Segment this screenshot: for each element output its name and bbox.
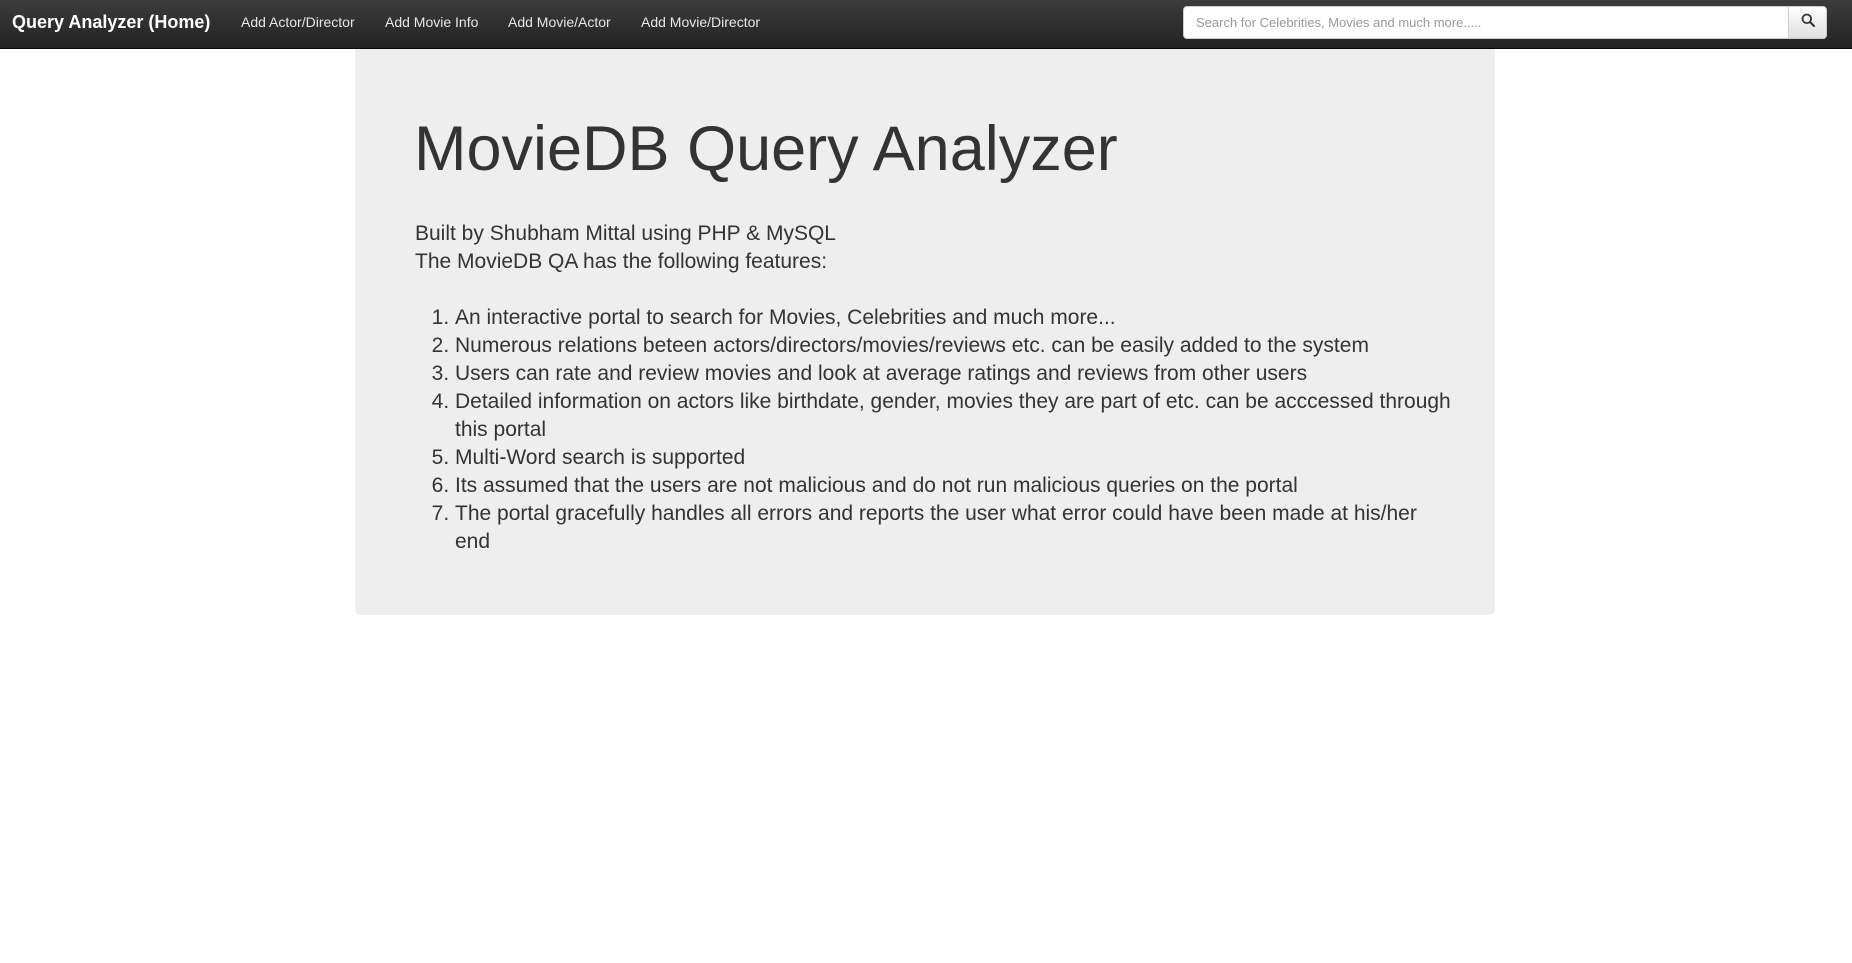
nav-add-movie-info[interactable]: Add Movie Info — [385, 14, 478, 30]
search-form — [1183, 6, 1827, 39]
features-heading: The MovieDB QA has the following feature… — [415, 250, 828, 273]
feature-item: Its assumed that the users are not malic… — [455, 472, 1455, 500]
feature-item: The portal gracefully handles all errors… — [455, 500, 1455, 556]
feature-item: Numerous relations beteen actors/directo… — [455, 332, 1455, 360]
intro-text: Built by Shubham Mittal using PHP & MySQ… — [415, 220, 836, 276]
nav-add-movie-director[interactable]: Add Movie/Director — [641, 14, 760, 30]
nav-add-movie-actor[interactable]: Add Movie/Actor — [508, 14, 611, 30]
features-list: An interactive portal to search for Movi… — [415, 304, 1455, 556]
nav-add-actor-director[interactable]: Add Actor/Director — [241, 14, 355, 30]
brand-home-link[interactable]: Query Analyzer (Home) — [12, 11, 210, 33]
feature-item: Detailed information on actors like birt… — [455, 388, 1455, 444]
search-icon — [1801, 13, 1815, 32]
search-button[interactable] — [1789, 6, 1827, 39]
feature-item: Users can rate and review movies and loo… — [455, 360, 1455, 388]
author-line: Built by Shubham Mittal using PHP & MySQ… — [415, 222, 836, 245]
feature-item: An interactive portal to search for Movi… — [455, 304, 1455, 332]
page-title: MovieDB Query Analyzer — [414, 114, 1118, 184]
top-navbar: Query Analyzer (Home) Add Actor/Director… — [0, 0, 1852, 49]
search-input[interactable] — [1183, 6, 1789, 39]
feature-item: Multi-Word search is supported — [455, 444, 1455, 472]
jumbotron: MovieDB Query Analyzer Built by Shubham … — [355, 49, 1495, 615]
